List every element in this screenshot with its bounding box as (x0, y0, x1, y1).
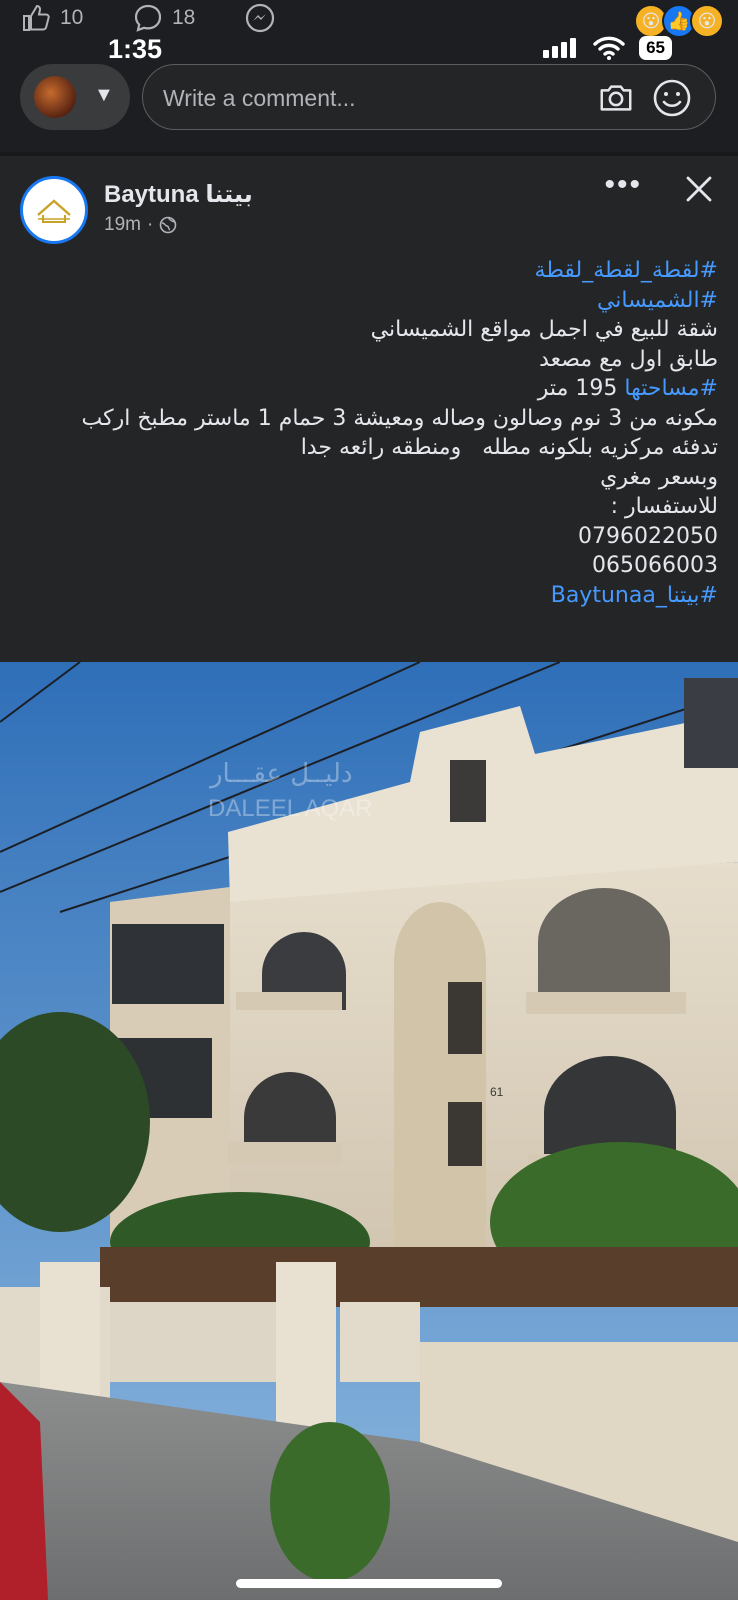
post-text-line: #مساحتها 195 متر (18, 374, 718, 404)
area-text: 195 متر (537, 376, 625, 401)
comment-action[interactable]: 18 (132, 2, 195, 34)
post-text-line: للاستفسار : (610, 494, 718, 519)
status-indicators: 65 (543, 36, 672, 60)
wifi-icon (593, 36, 625, 60)
top-bar: 10 18 😮 👍 😮 1:35 65 ▼ (0, 0, 738, 152)
phone-number[interactable]: 065066003 (18, 551, 718, 581)
like-count: 10 (60, 6, 84, 29)
post-body: #لقطة_لقطة_لقطة #الشميساني شقة للبيع في … (18, 256, 718, 610)
post-text-line: وبسعر مغري (600, 464, 718, 490)
status-time: 1:35 (108, 34, 163, 64)
messenger-icon (245, 3, 275, 33)
watermark-arabic: دليــل عقـــار (208, 759, 353, 789)
comment-count: 18 (172, 6, 196, 29)
wow-icon: 😮 (690, 4, 724, 38)
like-icon (23, 4, 50, 31)
post-timestamp[interactable]: 19m (104, 214, 141, 236)
commenter-avatar-selector[interactable]: ▼ (20, 64, 130, 130)
more-options-button[interactable]: ••• (604, 168, 642, 202)
comment-composer[interactable] (142, 64, 716, 130)
comment-input[interactable] (161, 79, 565, 117)
phone-number[interactable]: 0796022050 (18, 522, 718, 552)
hashtag-link[interactable]: #الشميساني (18, 286, 718, 316)
camera-icon[interactable] (597, 79, 635, 117)
post-text-line: طابق اول مع مصعد (539, 346, 718, 372)
emoji-icon[interactable] (651, 77, 693, 119)
post-photo[interactable]: 61 دليــل عقـــار DALEEL AQAR (0, 662, 738, 1600)
post-text-line: مكونه من 3 نوم وصالون وصاله ومعيشة 3 حما… (81, 405, 718, 431)
close-icon[interactable] (684, 174, 714, 204)
like-action[interactable]: 10 (20, 2, 83, 34)
battery-indicator: 65 (639, 36, 672, 60)
page-logo[interactable] (20, 176, 88, 244)
post-card: Baytuna بيتنا 19m · ••• #لقطة_لقطة_لقطة … (0, 156, 738, 1600)
meta-separator: · (146, 214, 154, 235)
hashtag-link[interactable]: #لقطة_لقطة_لقطة (18, 256, 718, 286)
post-meta: 19m · (104, 214, 177, 236)
house-logo-icon (37, 199, 71, 223)
reactions-bar: 10 18 😮 👍 😮 (0, 0, 738, 38)
post-text-line: تدفئه مركزيه بلكونه مطله ومنطقه رائعه جد… (300, 435, 718, 460)
reaction-summary[interactable]: 😮 👍 😮 (634, 4, 724, 38)
watermark-english: DALEEL AQAR (208, 795, 373, 822)
house-number: 61 (490, 1085, 504, 1099)
building-photo: 61 دليــل عقـــار DALEEL AQAR (0, 662, 738, 1600)
comment-icon (134, 4, 162, 32)
home-indicator[interactable] (236, 1579, 502, 1588)
post-text-line: شقة للبيع في اجمل مواقع الشميساني (370, 317, 718, 342)
hashtag-link[interactable]: #بيتنا_Baytunaa (18, 581, 718, 611)
share-action[interactable] (244, 2, 276, 34)
avatar (34, 76, 76, 118)
cellular-signal-icon (543, 38, 579, 58)
page-name[interactable]: Baytuna بيتنا (104, 180, 253, 209)
globe-icon (159, 216, 177, 234)
hashtag-link[interactable]: #مساحتها (624, 376, 718, 401)
chevron-down-icon: ▼ (94, 84, 114, 106)
